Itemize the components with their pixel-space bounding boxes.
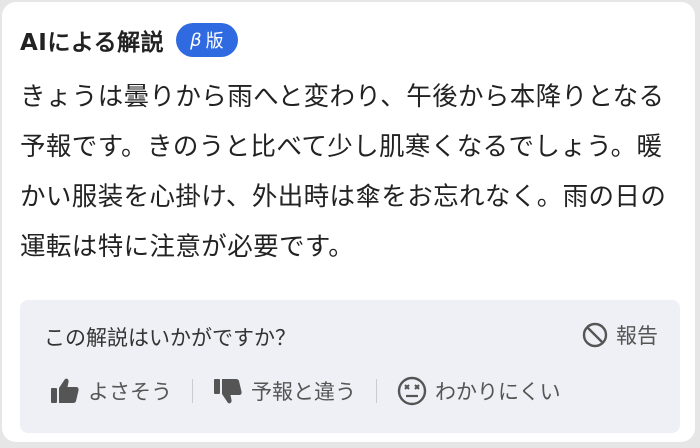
card-title: AIによる解説 — [20, 30, 165, 56]
beta-symbol: β — [190, 29, 202, 51]
feedback-options: よさそう 予報と違う わかりにくい — [50, 372, 561, 410]
confused-face-icon — [397, 376, 427, 406]
ai-commentary-card: AIによる解説 β 版 きょうは曇りから雨へと変わり、午後から本降りとなる予報で… — [2, 2, 695, 442]
report-button[interactable]: 報告 — [582, 320, 658, 350]
good-label: よさそう — [88, 380, 172, 404]
divider — [376, 379, 377, 403]
beta-label: 版 — [205, 31, 224, 52]
good-button[interactable]: よさそう — [50, 376, 172, 406]
feedback-panel: この解説はいかがですか？ 報告 よさそう 予報と違う わかりにくい — [20, 300, 680, 433]
report-label: 報告 — [616, 324, 658, 348]
card-header: AIによる解説 β 版 — [20, 20, 238, 60]
different-button[interactable]: 予報と違う — [213, 376, 356, 406]
feedback-question: この解説はいかがですか？ — [44, 326, 296, 350]
unclear-button[interactable]: わかりにくい — [397, 376, 561, 406]
prohibit-icon — [582, 322, 608, 348]
thumbs-down-icon — [214, 379, 242, 404]
divider — [192, 379, 193, 403]
thumbs-up-icon — [51, 378, 79, 403]
different-label: 予報と違う — [251, 380, 356, 404]
beta-badge: β 版 — [176, 23, 238, 57]
commentary-text: きょうは曇りから雨へと変わり、午後から本降りとなる予報です。きのうと比べて少し肌… — [20, 82, 667, 262]
unclear-label: わかりにくい — [435, 380, 561, 404]
